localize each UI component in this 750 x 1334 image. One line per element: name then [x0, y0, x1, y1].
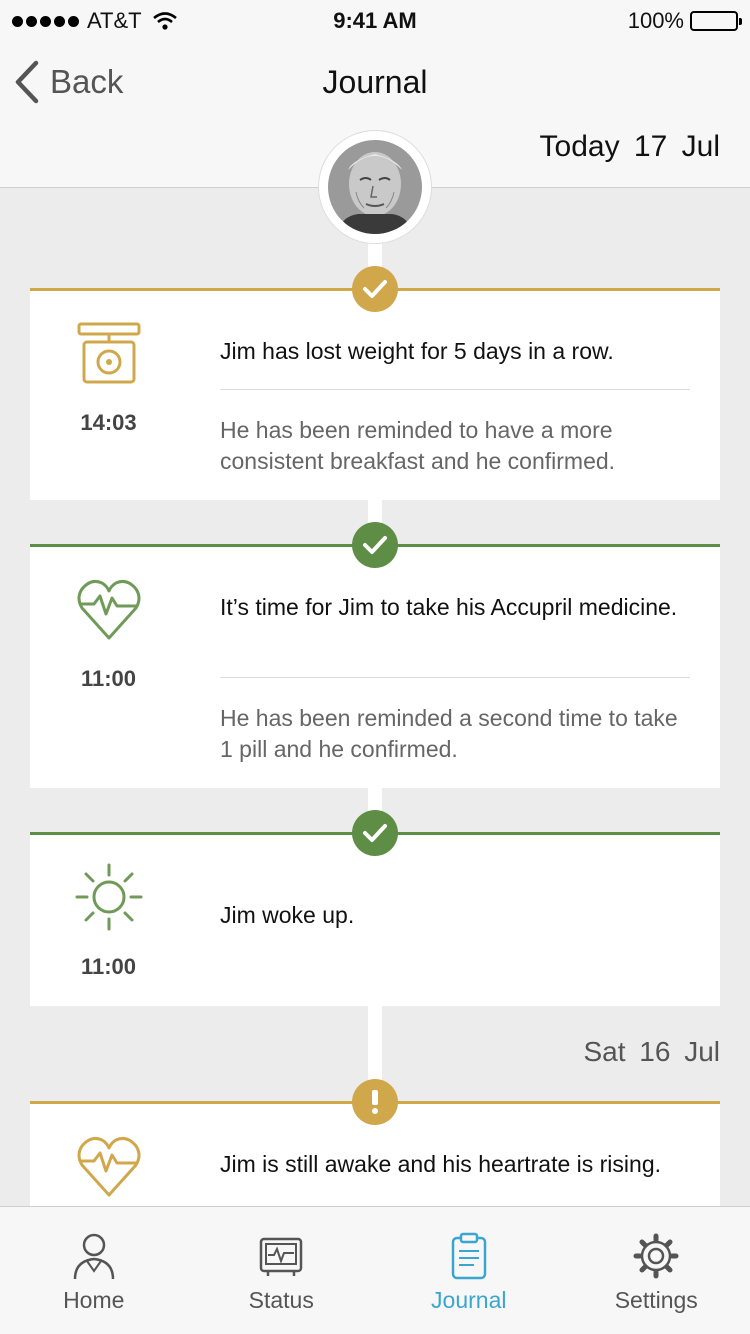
tab-label: Status — [248, 1287, 314, 1313]
entry-divider — [220, 389, 690, 390]
heart-icon — [77, 1137, 141, 1197]
check-badge-icon — [352, 522, 398, 568]
avatar[interactable] — [318, 130, 432, 244]
entry-message: Jim is still awake and his heartrate is … — [220, 1151, 661, 1177]
warning-badge-icon — [352, 1079, 398, 1125]
date-header-sat: Sat 16 Jul — [583, 1036, 720, 1067]
tab-bar: Home Status Journal Settings — [0, 1206, 750, 1334]
battery-icon — [690, 11, 742, 31]
entry-detail: He has been reminded to have a more cons… — [220, 417, 616, 474]
journal-entry-card[interactable]: 11:00 Jim woke up. — [30, 810, 720, 1006]
scale-icon — [77, 322, 141, 384]
tab-home[interactable]: Home — [0, 1207, 188, 1334]
check-badge-icon — [352, 266, 398, 312]
battery-percent: 100% — [627, 8, 684, 33]
tab-label: Home — [63, 1287, 125, 1313]
heart-icon — [77, 580, 141, 640]
entry-time: 11:00 — [80, 666, 137, 691]
entry-time: 14:03 — [80, 410, 137, 435]
gear-icon — [633, 1233, 679, 1279]
avatar-photo — [328, 140, 422, 234]
entry-detail: He has been reminded a second time to ta… — [220, 705, 678, 762]
entry-message: Jim woke up. — [220, 902, 355, 928]
entry-time: 11:00 — [80, 954, 137, 979]
check-badge-icon — [352, 810, 398, 856]
entry-divider — [220, 677, 690, 678]
tab-label: Journal — [431, 1287, 507, 1313]
tab-settings[interactable]: Settings — [563, 1207, 750, 1334]
tab-status[interactable]: Status — [188, 1207, 376, 1334]
page-title: Journal — [322, 64, 428, 100]
monitor-icon — [260, 1237, 303, 1276]
clipboard-icon — [451, 1232, 486, 1280]
date-header-today: Today 17 Jul — [539, 130, 720, 163]
person-icon — [73, 1233, 114, 1280]
entry-message: It’s time for Jim to take his Accupril m… — [220, 594, 678, 620]
status-bar: AT&T 9:41 AM 100% — [0, 0, 750, 40]
journal-entry-card[interactable]: Jim is still awake and his heartrate is … — [30, 1079, 720, 1221]
sun-icon — [75, 863, 143, 931]
entry-message: Jim has lost weight for 5 days in a row. — [220, 338, 614, 364]
tab-label: Settings — [614, 1287, 698, 1313]
journal-entry-card[interactable]: 14:03 Jim has lost weight for 5 days in … — [30, 266, 720, 500]
tab-journal[interactable]: Journal — [375, 1207, 563, 1334]
journal-entry-card[interactable]: 11:00 It’s time for Jim to take his Accu… — [30, 522, 720, 788]
